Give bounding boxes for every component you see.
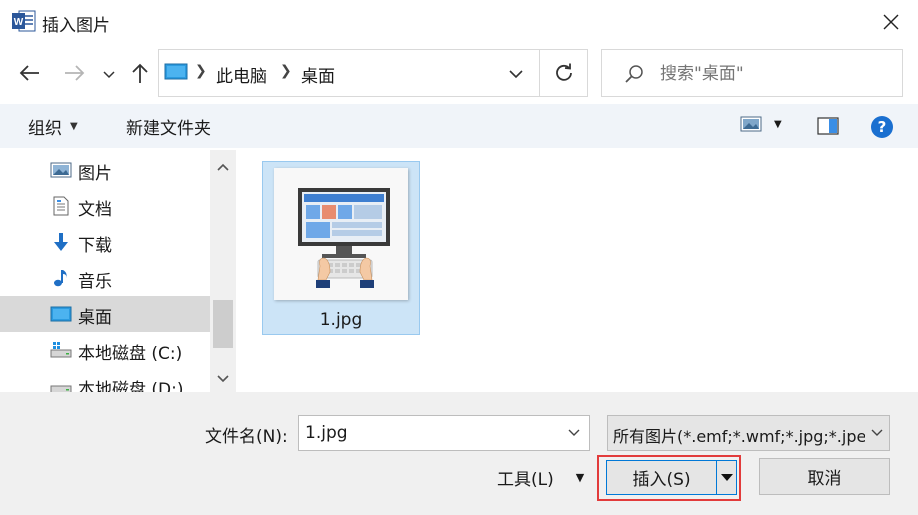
nav-item-label: 音乐 xyxy=(78,272,112,292)
drive-c-icon xyxy=(50,340,72,360)
drive-d-icon xyxy=(50,376,72,392)
monitor-icon xyxy=(164,63,188,81)
breadcrumb-desktop[interactable]: 桌面 xyxy=(301,62,335,87)
preview-pane-button[interactable] xyxy=(817,116,839,136)
nav-scrollbar[interactable] xyxy=(210,150,236,392)
close-icon xyxy=(883,14,899,30)
file-list: 1.jpg xyxy=(236,150,918,392)
filetype-select[interactable]: 所有图片(*.emf;*.wmf;*.jpg;*.jpeg;*.jfif;*.j… xyxy=(607,415,890,451)
caret-down-icon: ▼ xyxy=(575,471,585,484)
nav-item-label: 图片 xyxy=(78,164,112,184)
help-button[interactable]: ? xyxy=(871,116,893,138)
refresh-button[interactable] xyxy=(540,49,588,97)
nav-item-drive-c[interactable]: 本地磁盘 (C:) xyxy=(0,332,210,368)
address-history-dropdown[interactable] xyxy=(505,64,527,84)
file-name: 1.jpg xyxy=(319,310,363,330)
desktop-icon xyxy=(50,304,72,324)
nav-item-pictures[interactable]: 图片 xyxy=(0,152,210,188)
navigation-pane: 图片 文档 下载 音乐 桌面 本地磁盘 (C:) 本地磁盘 (D:) xyxy=(0,150,210,392)
tools-button[interactable]: 工具(L) ▼ xyxy=(497,465,584,490)
filename-combobox[interactable] xyxy=(298,415,590,451)
caret-down-icon: ▼ xyxy=(70,121,78,132)
nav-item-desktop[interactable]: 桌面 xyxy=(0,296,210,332)
nav-item-music[interactable]: 音乐 xyxy=(0,260,210,296)
filename-dropdown-button[interactable] xyxy=(565,424,583,442)
filetype-dropdown-button[interactable] xyxy=(868,424,886,442)
nav-item-drive-d[interactable]: 本地磁盘 (D:) xyxy=(0,368,210,392)
arrow-up-icon xyxy=(132,63,148,83)
insert-split-button[interactable]: 插入(S) xyxy=(606,460,737,495)
window-title: 插入图片 xyxy=(42,16,110,36)
breadcrumb-separator-icon[interactable]: ❯ xyxy=(280,63,292,79)
svg-text:W: W xyxy=(14,17,24,28)
filename-input[interactable] xyxy=(305,421,555,445)
caret-down-icon xyxy=(720,473,733,481)
arrow-left-icon xyxy=(19,65,39,81)
chevron-down-icon xyxy=(217,375,229,383)
download-icon xyxy=(50,232,72,252)
file-item[interactable]: 1.jpg xyxy=(262,161,420,335)
nav-item-downloads[interactable]: 下载 xyxy=(0,224,210,260)
cancel-button[interactable]: 取消 xyxy=(759,458,890,495)
new-folder-button[interactable]: 新建文件夹 xyxy=(126,114,211,139)
search-icon xyxy=(624,64,644,84)
view-icon xyxy=(740,116,762,132)
breadcrumb-this-pc[interactable]: 此电脑 xyxy=(216,62,267,87)
chevron-down-icon xyxy=(871,429,883,436)
arrow-right-icon xyxy=(65,65,85,81)
caret-down-icon: ▼ xyxy=(774,118,782,130)
music-icon xyxy=(50,268,72,288)
command-bar: 组织 ▼ 新建文件夹 ▼ ? xyxy=(0,104,918,148)
dialog-footer: 文件名(N): 所有图片(*.emf;*.wmf;*.jpg;*.jpeg;*.… xyxy=(0,392,918,515)
change-view-button[interactable]: ▼ xyxy=(740,116,782,132)
tools-label: 工具(L) xyxy=(497,470,554,490)
insert-options-button[interactable] xyxy=(717,461,736,494)
preview-pane-icon xyxy=(817,117,839,135)
word-icon: W xyxy=(12,10,36,32)
scroll-thumb[interactable] xyxy=(213,300,233,348)
breadcrumb-separator-icon: ❯ xyxy=(195,63,207,79)
scroll-down-button[interactable] xyxy=(210,366,236,392)
organize-button[interactable]: 组织 ▼ xyxy=(28,114,78,139)
scroll-up-button[interactable] xyxy=(210,154,236,180)
insert-button[interactable]: 插入(S) xyxy=(607,461,718,494)
forward-button[interactable] xyxy=(60,58,88,88)
filename-label: 文件名(N): xyxy=(205,427,288,447)
back-button[interactable] xyxy=(16,58,44,88)
recent-locations-button[interactable] xyxy=(98,60,120,90)
nav-item-label: 文档 xyxy=(78,200,112,220)
nav-item-label: 下载 xyxy=(78,236,112,256)
documents-icon xyxy=(50,196,72,216)
chevron-down-icon xyxy=(568,429,580,436)
nav-item-label: 本地磁盘 (D:) xyxy=(78,380,184,392)
pictures-icon xyxy=(50,160,72,180)
chevron-down-icon xyxy=(509,69,523,78)
organize-label: 组织 xyxy=(28,119,62,139)
nav-item-label: 本地磁盘 (C:) xyxy=(78,344,183,364)
address-bar[interactable]: ❯ 此电脑 ❯ 桌面 xyxy=(158,49,540,97)
close-button[interactable] xyxy=(874,6,908,38)
nav-item-label: 桌面 xyxy=(78,308,112,328)
refresh-icon xyxy=(555,63,572,81)
up-button[interactable] xyxy=(126,58,154,88)
chevron-up-icon xyxy=(217,163,229,171)
filetype-value: 所有图片(*.emf;*.wmf;*.jpg;*.jpeg;*.jfif;*.j… xyxy=(613,427,865,446)
image-thumbnail xyxy=(274,168,408,300)
title-bar: W 插入图片 xyxy=(0,0,918,44)
search-input[interactable] xyxy=(660,60,890,88)
chevron-down-icon xyxy=(103,71,115,79)
search-box[interactable] xyxy=(601,49,903,97)
nav-item-documents[interactable]: 文档 xyxy=(0,188,210,224)
